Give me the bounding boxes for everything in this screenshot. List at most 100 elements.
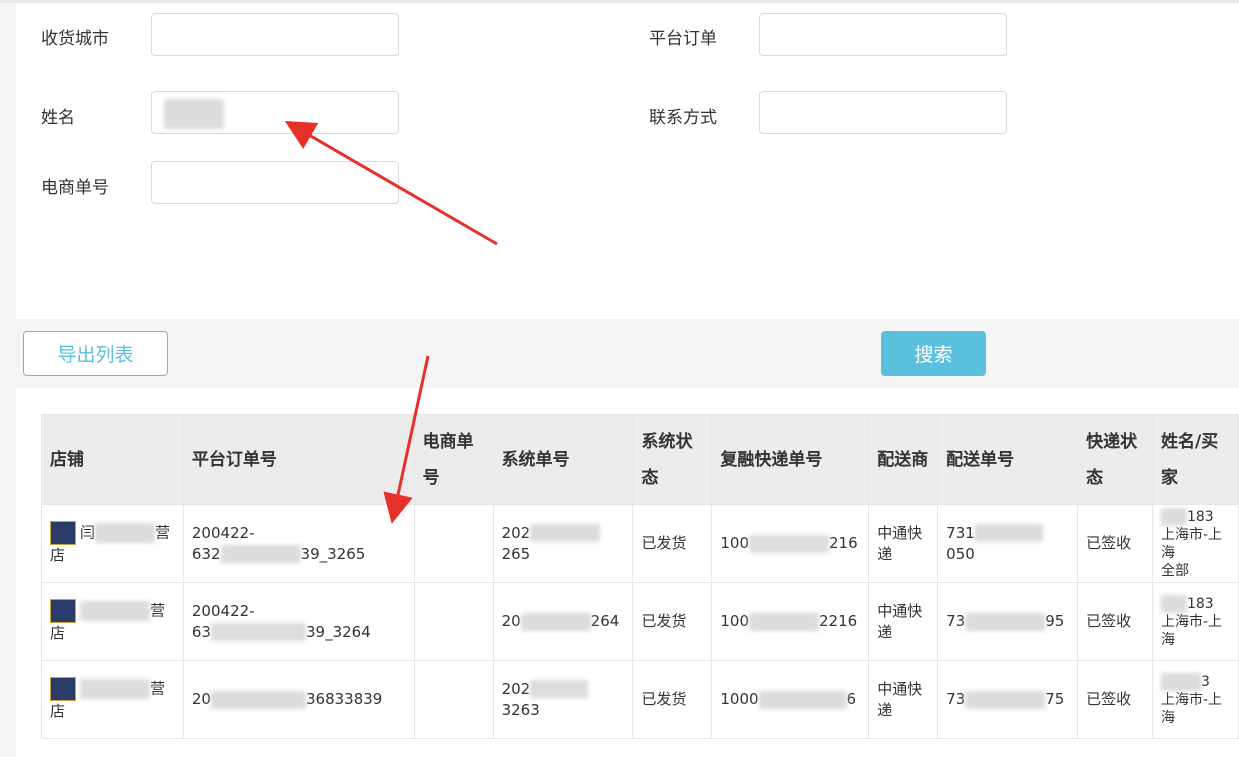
redacted-delivery-no <box>965 612 1046 631</box>
orders-table: 店铺 平台订单号 电商单号 系统单号 系统状态 复融快递单号 配送商 配送单号 … <box>41 414 1239 739</box>
fr-part: 1000 <box>720 690 759 708</box>
buyer-part: 上海市-上海 <box>1160 526 1223 561</box>
contact-input[interactable] <box>759 91 1007 134</box>
redacted-system-no <box>530 524 601 542</box>
shop-name-suffix: 店 <box>50 546 66 564</box>
redacted-shop <box>95 523 156 543</box>
header-express-status: 快递状态 <box>1077 414 1153 505</box>
platform-order-cell: 200422- 63 39_3264 <box>182 582 415 661</box>
header-delivery-no: 配送单号 <box>937 414 1079 505</box>
shop-logo-icon <box>50 521 76 545</box>
system-status-cell: 已发货 <box>632 582 713 661</box>
fr-express-cell: 1000 6 <box>711 660 870 739</box>
carrier-cell: 中通快递 <box>868 504 939 583</box>
redacted-delivery-no <box>965 690 1046 709</box>
shop-name-suffix: 店 <box>50 624 66 642</box>
order-part: 20 <box>191 690 211 708</box>
header-fr-express-no: 复融快递单号 <box>711 414 870 505</box>
redacted-shop <box>80 679 150 699</box>
carrier-cell: 中通快递 <box>868 582 939 661</box>
buyer-cell: 183 上海市-上海 全部 <box>1151 504 1239 583</box>
shop-name-end: 营 <box>155 523 171 542</box>
express-status-cell: 已签收 <box>1077 504 1153 583</box>
buyer-part: 全部 <box>1160 562 1189 579</box>
header-carrier: 配送商 <box>868 414 939 505</box>
order-part: 200422- <box>191 601 255 620</box>
system-part: 202 <box>501 523 531 542</box>
redacted-delivery-no <box>974 524 1043 542</box>
system-status-cell: 已发货 <box>632 504 713 583</box>
redacted-fr-no <box>758 690 847 709</box>
header-ecommerce-no: 电商单号 <box>413 414 494 505</box>
redacted-system-no <box>530 680 589 698</box>
redacted-shop <box>80 601 150 621</box>
fr-part: 216 <box>829 534 858 552</box>
shop-name-end: 营 <box>150 601 166 620</box>
platform-order-cell: 20 36833839 <box>182 660 415 739</box>
header-platform-order: 平台订单号 <box>182 414 415 505</box>
shop-cell: 营店 <box>41 660 184 739</box>
fr-part: 2216 <box>819 612 858 630</box>
system-part: 20 <box>501 612 521 630</box>
order-part: 39_3264 <box>305 622 371 641</box>
order-part: 63 <box>191 622 211 641</box>
delivery-no-cell: 73 75 <box>937 660 1079 739</box>
buyer-cell: 3 上海市-上海 <box>1151 660 1239 739</box>
system-part: 265 <box>501 544 531 563</box>
ecommerce-no-input[interactable] <box>151 161 399 204</box>
system-no-cell: 20 264 <box>492 582 634 661</box>
order-part: 39_3265 <box>300 544 366 563</box>
shop-name-end: 营 <box>150 679 166 698</box>
delivery-part: 050 <box>946 544 975 563</box>
buyer-part: 3 <box>1200 673 1210 690</box>
fr-express-cell: 100 216 <box>711 504 870 583</box>
carrier-cell: 中通快递 <box>868 660 939 739</box>
table-row[interactable]: 闫营店 200422- 632 39_3265 202265 已发货 100 216 … <box>41 504 1239 583</box>
redacted-name <box>164 99 224 129</box>
export-list-button[interactable]: 导出列表 <box>23 331 168 376</box>
contact-label: 联系方式 <box>649 108 717 128</box>
search-button[interactable]: 搜索 <box>881 331 986 376</box>
system-no-cell: 202 3263 <box>492 660 634 739</box>
platform-order-input[interactable] <box>759 13 1007 56</box>
delivery-part: 73 <box>946 690 966 708</box>
name-label: 姓名 <box>41 108 75 128</box>
platform-order-cell: 200422- 632 39_3265 <box>182 504 415 583</box>
header-system-no: 系统单号 <box>492 414 634 505</box>
buyer-part: 183 <box>1186 595 1214 612</box>
delivery-part: 731 <box>946 523 975 542</box>
header-system-status: 系统状态 <box>632 414 713 505</box>
redacted-system-no <box>520 612 591 631</box>
fr-part: 100 <box>720 534 749 552</box>
redacted-buyer <box>1160 672 1201 691</box>
table-row[interactable]: 营店 200422- 63 39_3264 20 264 已发货 100 2216 中通… <box>41 582 1239 661</box>
buyer-cell: 183 上海市-上海 <box>1151 582 1239 661</box>
ecommerce-no-label: 电商单号 <box>41 178 109 198</box>
delivery-part: 95 <box>1045 612 1065 630</box>
order-part: 632 <box>191 544 221 563</box>
table-row[interactable]: 营店 20 36833839 2023263 已发货 1000 6 中通快递 73 7… <box>41 660 1239 739</box>
express-status-cell: 已签收 <box>1077 582 1153 661</box>
system-part: 3263 <box>501 700 540 719</box>
header-shop: 店铺 <box>41 414 184 505</box>
shop-cell: 闫 营店 <box>41 504 184 583</box>
redacted-buyer <box>1160 594 1187 613</box>
platform-order-label: 平台订单 <box>649 29 717 49</box>
system-part: 264 <box>590 612 620 630</box>
system-no-cell: 202265 <box>492 504 634 583</box>
table-header-row: 店铺 平台订单号 电商单号 系统单号 系统状态 复融快递单号 配送商 配送单号 … <box>41 414 1239 505</box>
fr-part: 100 <box>720 612 749 630</box>
order-part: 200422- <box>191 523 255 542</box>
delivery-no-cell: 73 95 <box>937 582 1079 661</box>
buyer-part: 上海市-上海 <box>1160 613 1223 648</box>
name-input[interactable] <box>151 91 399 134</box>
shop-cell: 营店 <box>41 582 184 661</box>
redacted-buyer <box>1160 507 1187 526</box>
shop-logo-icon <box>50 677 76 701</box>
ecommerce-no-cell <box>413 582 494 661</box>
order-part: 36833839 <box>305 690 383 708</box>
redacted-fr-no <box>749 612 819 631</box>
city-label: 收货城市 <box>41 29 109 49</box>
delivery-part: 73 <box>946 612 966 630</box>
city-input[interactable] <box>151 13 399 56</box>
